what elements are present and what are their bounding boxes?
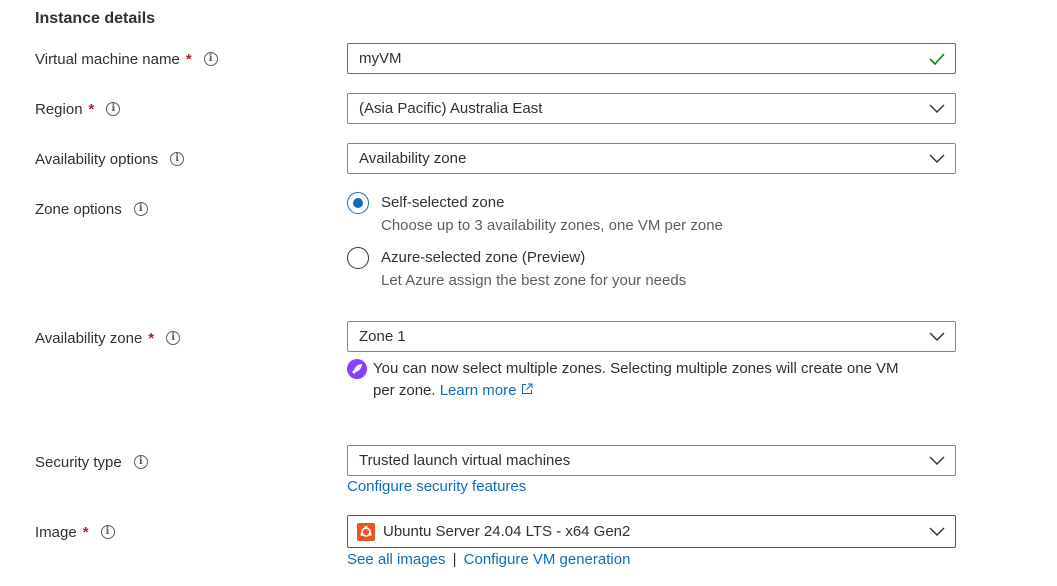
security-type-label-text: Security type [35,453,122,471]
vm-name-label-text: Virtual machine name [35,50,180,68]
radio-option-title: Self-selected zone [381,194,505,211]
region-label: Region * i [35,97,121,121]
radio-button-unchecked[interactable] [347,247,369,269]
vm-name-input[interactable]: myVM [347,43,956,74]
availability-options-select[interactable]: Availability zone [347,143,956,174]
info-icon[interactable]: i [100,525,115,539]
required-marker: * [185,50,192,68]
configure-vm-generation-link[interactable]: Configure VM generation [464,551,631,568]
note-line-2: per zone. [373,382,436,399]
chevron-down-icon [919,516,955,547]
radio-azure-selected-zone[interactable]: Azure-selected zone (Preview) Let Azure … [347,247,686,292]
radio-option-title: Azure-selected zone (Preview) [381,249,586,266]
image-label: Image * i [35,520,115,544]
required-marker: * [82,523,89,541]
security-type-select[interactable]: Trusted launch virtual machines [347,445,956,476]
availability-options-label-text: Availability options [35,150,159,168]
section-title: Instance details [35,10,156,27]
radio-option-description: Let Azure assign the best zone for your … [381,272,687,289]
chevron-down-icon [919,94,955,123]
vm-name-label: Virtual machine name * i [35,47,218,71]
radio-button-checked[interactable] [347,192,369,214]
security-type-label: Security type i [35,450,148,474]
info-icon[interactable]: i [170,152,185,166]
availability-zone-select[interactable]: Zone 1 [347,321,956,352]
radio-self-selected-zone[interactable]: Self-selected zone Choose up to 3 availa… [347,192,723,237]
chevron-down-icon [919,322,955,351]
image-select[interactable]: Ubuntu Server 24.04 LTS - x64 Gen2 [347,515,956,548]
info-icon[interactable]: i [133,202,148,216]
region-value: (Asia Pacific) Australia East [359,100,543,117]
note-line-1: You can now select multiple zones. Selec… [373,360,899,377]
ubuntu-icon [357,522,375,541]
zone-options-label-text: Zone options [35,200,122,218]
info-icon[interactable]: i [106,102,121,116]
radio-option-description: Choose up to 3 availability zones, one V… [381,217,723,234]
availability-zone-label: Availability zone * i [35,326,181,350]
see-all-images-link[interactable]: See all images [347,551,445,568]
learn-more-text: Learn more [439,382,517,399]
image-label-text: Image [35,523,77,541]
availability-options-value: Availability zone [359,150,467,167]
required-marker: * [88,100,95,118]
chevron-down-icon [919,446,955,475]
vm-name-value: myVM [359,50,402,67]
info-icon[interactable]: i [133,455,148,469]
multi-zone-note: You can now select multiple zones. Selec… [347,358,947,402]
availability-zone-label-text: Availability zone [35,329,143,347]
zone-options-label: Zone options i [35,197,148,221]
required-marker: * [148,329,155,347]
region-select[interactable]: (Asia Pacific) Australia East [347,93,956,124]
learn-more-link[interactable]: Learn more [440,382,533,399]
security-type-value: Trusted launch virtual machines [359,452,571,469]
link-separator: | [452,551,457,568]
external-link-icon [521,382,533,399]
check-icon [919,44,955,73]
region-label-text: Region [35,100,83,118]
configure-security-features-link[interactable]: Configure security features [347,478,526,495]
availability-options-label: Availability options i [35,147,185,171]
image-value: Ubuntu Server 24.04 LTS - x64 Gen2 [383,523,631,540]
chevron-down-icon [919,144,955,173]
availability-zone-value: Zone 1 [359,328,406,345]
rocket-icon [347,359,367,379]
info-icon[interactable]: i [203,52,218,66]
info-icon[interactable]: i [166,331,181,345]
